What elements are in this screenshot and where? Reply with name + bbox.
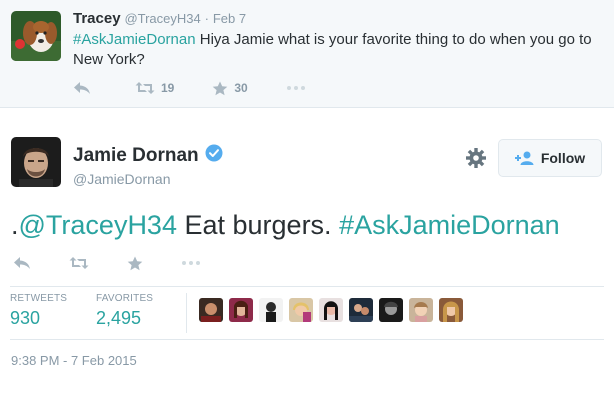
avatar[interactable] xyxy=(11,11,61,61)
follow-label: Follow xyxy=(540,150,586,166)
reply-icon xyxy=(74,82,90,94)
hashtag-link[interactable]: #AskJamieDornan xyxy=(339,210,560,240)
verified-icon xyxy=(205,144,223,168)
author-handle[interactable]: @JamieDornan xyxy=(73,171,170,187)
favoriters-list xyxy=(199,298,469,322)
retweet-icon xyxy=(69,257,89,269)
retweets-stat[interactable]: RETWEETS 930 xyxy=(10,293,67,329)
retweets-label: RETWEETS xyxy=(10,293,68,304)
favorites-stat[interactable]: FAVORITES 2,495 xyxy=(96,293,153,329)
favoriter-avatar[interactable] xyxy=(229,298,253,322)
favoriter-avatar[interactable] xyxy=(289,298,313,322)
retweet-button[interactable]: 19 xyxy=(135,81,174,95)
author-name[interactable]: Tracey xyxy=(73,10,121,27)
hashtag-link[interactable]: #AskJamieDornan xyxy=(73,31,196,48)
favoriter-avatar[interactable] xyxy=(199,298,223,322)
more-icon xyxy=(182,261,200,265)
text-prefix: . xyxy=(11,210,19,240)
follow-button[interactable]: Follow xyxy=(498,139,602,177)
more-icon xyxy=(286,86,305,90)
author-handle[interactable]: @TraceyH34 xyxy=(124,11,200,26)
favorite-button[interactable]: 30 xyxy=(212,81,248,96)
reply-button[interactable] xyxy=(13,256,31,270)
avatar[interactable] xyxy=(11,137,61,187)
more-button[interactable] xyxy=(181,260,201,266)
favoriter-avatar[interactable] xyxy=(409,298,433,322)
author-name[interactable]: Jamie Dornan xyxy=(73,144,223,168)
favoriter-avatar[interactable] xyxy=(319,298,343,322)
gear-icon[interactable] xyxy=(465,147,487,174)
retweet-button[interactable] xyxy=(69,256,89,270)
tweet-actions xyxy=(13,254,201,272)
tweet-body: Eat burgers. xyxy=(176,210,340,240)
reply-button[interactable] xyxy=(73,81,91,95)
tweet-stats: RETWEETS 930 FAVORITES 2,495 xyxy=(10,286,604,340)
tweet-timestamp[interactable]: 9:38 PM - 7 Feb 2015 xyxy=(11,353,137,368)
favorite-button[interactable] xyxy=(127,256,143,271)
author-name-label: Jamie Dornan xyxy=(73,145,199,166)
tweet-text: #AskJamieDornan Hiya Jamie what is your … xyxy=(73,30,603,70)
mention-link[interactable]: @TraceyH34 xyxy=(19,210,177,240)
favorites-label: FAVORITES xyxy=(96,293,154,304)
tweet-text: .@TraceyH34 Eat burgers. #AskJamieDornan xyxy=(11,207,560,243)
separator: · xyxy=(204,11,209,26)
star-icon xyxy=(127,256,143,270)
retweet-icon xyxy=(135,82,155,94)
reply-icon xyxy=(14,257,30,269)
add-user-icon xyxy=(514,151,534,165)
retweets-value: 930 xyxy=(10,308,41,328)
favoriter-avatar[interactable] xyxy=(439,298,463,322)
favorites-value: 2,495 xyxy=(96,308,142,328)
tweet-date[interactable]: Feb 7 xyxy=(213,11,246,26)
more-button[interactable] xyxy=(286,85,306,91)
star-icon xyxy=(213,81,228,95)
parent-tweet[interactable]: Tracey @TraceyH34 · Feb 7 #AskJamieDorna… xyxy=(0,0,614,108)
favoriter-avatar[interactable] xyxy=(379,298,403,322)
stats-divider xyxy=(186,293,187,333)
retweet-count: 19 xyxy=(161,81,175,95)
favorite-count: 30 xyxy=(234,81,248,95)
favoriter-avatar[interactable] xyxy=(259,298,283,322)
tweet-actions: 19 30 xyxy=(73,78,306,98)
favoriter-avatar[interactable] xyxy=(349,298,373,322)
tweet-header: Tracey @TraceyH34 · Feb 7 xyxy=(73,10,246,27)
